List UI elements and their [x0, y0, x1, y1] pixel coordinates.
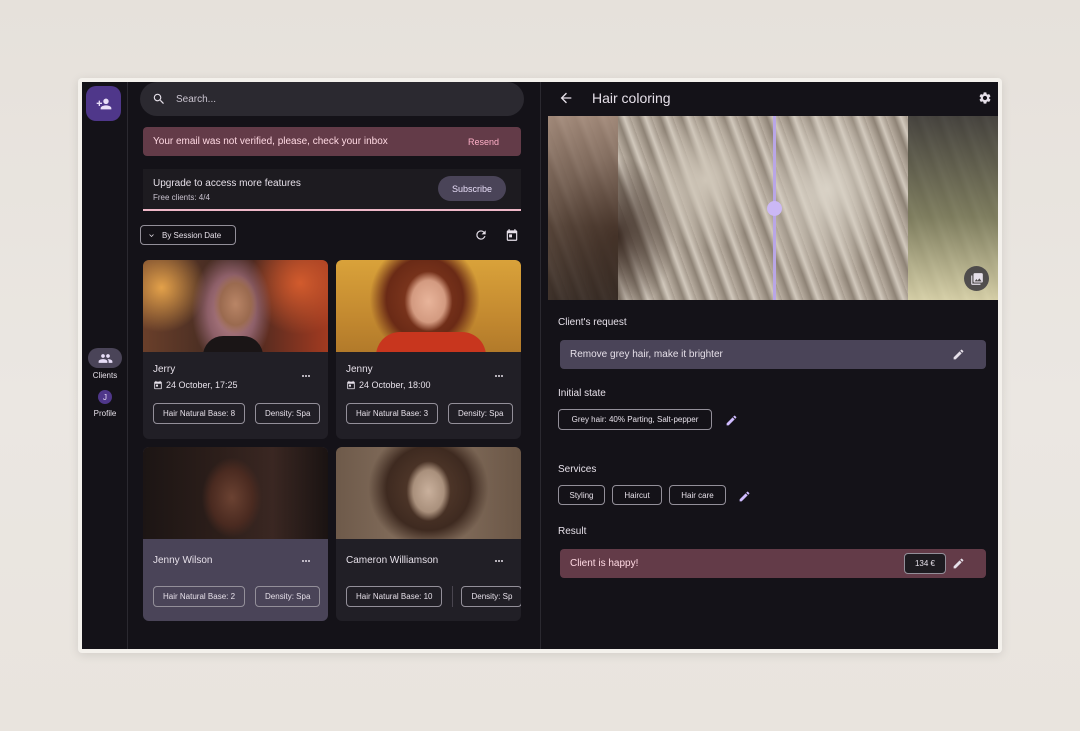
refresh-icon	[476, 230, 486, 240]
result-field[interactable]: Client is happy! 134 €	[560, 549, 986, 578]
service-chip[interactable]: Haircut	[612, 485, 662, 505]
subscribe-button[interactable]: Subscribe	[438, 176, 506, 201]
upgrade-card: Upgrade to access more features Free cli…	[143, 169, 521, 211]
service-chip[interactable]: Styling	[558, 485, 605, 505]
calendar-icon	[506, 229, 518, 241]
session-detail-panel: Hair coloring Client's request Remove gr…	[541, 82, 998, 649]
attribute-chips: Hair Natural Base: 3 Density: Spa	[346, 403, 521, 424]
client-name: Cameron Williamson	[346, 555, 439, 566]
price-badge[interactable]: 134 €	[904, 553, 946, 574]
attribute-chip[interactable]: Hair Natural Base: 3	[346, 403, 439, 424]
client-card[interactable]: Cameron Williamson Hair Natural Base: 10…	[336, 447, 521, 621]
photo-library-icon	[970, 272, 983, 285]
result-label: Result	[558, 526, 587, 537]
session-date-text: 24 October, 17:25	[166, 380, 238, 390]
request-text: Remove grey hair, make it brighter	[570, 349, 723, 360]
attribute-chip[interactable]: Hair Natural Base: 2	[153, 586, 246, 607]
gallery-button[interactable]	[964, 266, 989, 291]
attribute-chips: Hair Natural Base: 2 Density: Spa	[153, 586, 328, 607]
more-horiz-icon	[495, 560, 503, 562]
attribute-chip[interactable]: Density: Spa	[255, 586, 321, 607]
attribute-chip[interactable]: Hair Natural Base: 10	[346, 586, 443, 607]
app-window: Clients J Profile Search... Your email w…	[82, 82, 998, 649]
more-horiz-icon	[302, 375, 310, 377]
client-photo	[336, 260, 521, 352]
more-options-button[interactable]	[493, 555, 505, 567]
add-client-button[interactable]	[86, 86, 121, 121]
attribute-chip[interactable]: Hair Natural Base: 8	[153, 403, 246, 424]
resend-button[interactable]: Resend	[468, 137, 499, 147]
client-name: Jenny Wilson	[153, 555, 213, 566]
edit-icon[interactable]	[952, 348, 965, 361]
attribute-chip[interactable]: Density: Spa	[255, 403, 321, 424]
event-icon	[347, 380, 355, 390]
session-date: 24 October, 18:00	[346, 380, 431, 390]
nav-profile[interactable]: J Profile	[82, 390, 128, 418]
before-after-photo[interactable]	[548, 116, 998, 300]
nav-clients-indicator	[88, 348, 122, 368]
attribute-chips: Hair Natural Base: 10 Density: Sp	[346, 586, 521, 607]
sort-label: By Session Date	[162, 230, 222, 240]
people-icon	[98, 353, 112, 363]
client-photo	[143, 447, 328, 539]
client-card[interactable]: Jenny 24 October, 18:00 Hair Natural Bas…	[336, 260, 521, 439]
more-horiz-icon	[495, 375, 503, 377]
attribute-chips: Hair Natural Base: 8 Density: Spa	[153, 403, 328, 424]
service-chip[interactable]: Hair care	[669, 485, 726, 505]
client-name: Jenny	[346, 364, 373, 375]
initial-state-label: Initial state	[558, 388, 606, 399]
client-name: Jerry	[153, 364, 176, 375]
compare-slider-handle[interactable]	[767, 201, 782, 216]
attribute-chip[interactable]: Density: Spa	[448, 403, 514, 424]
session-date-text: 24 October, 18:00	[359, 380, 431, 390]
profile-avatar: J	[98, 390, 112, 404]
services-label: Services	[558, 464, 597, 475]
attribute-chip[interactable]: Density: Sp	[461, 586, 521, 607]
back-button[interactable]	[558, 90, 574, 106]
more-options-button[interactable]	[493, 370, 505, 382]
free-clients-count: Free clients: 4/4	[153, 193, 210, 202]
client-card[interactable]: Jerry 24 October, 17:25 Hair Natural Bas…	[143, 260, 328, 439]
clients-panel: Search... Your email was not verified, p…	[129, 82, 540, 649]
navigation-rail: Clients J Profile	[82, 82, 128, 649]
nav-clients-label: Clients	[92, 371, 118, 380]
chevron-down-icon	[149, 233, 154, 237]
event-icon	[154, 380, 162, 390]
search-bar[interactable]: Search...	[140, 82, 524, 116]
banner-message: Your email was not verified, please, che…	[153, 136, 388, 147]
edit-icon[interactable]	[725, 414, 738, 427]
edit-icon[interactable]	[738, 490, 751, 503]
initial-state-chip[interactable]: Grey hair: 40% Parting, Salt-pepper	[558, 409, 712, 430]
more-options-button[interactable]	[300, 555, 312, 567]
background-region	[548, 116, 618, 300]
email-verification-banner: Your email was not verified, please, che…	[143, 127, 521, 156]
nav-profile-label: Profile	[93, 409, 117, 418]
edit-icon[interactable]	[952, 557, 965, 570]
gear-icon	[979, 92, 991, 104]
search-input[interactable]: Search...	[176, 94, 216, 105]
request-label: Client's request	[558, 317, 627, 328]
upgrade-title: Upgrade to access more features	[153, 178, 301, 189]
more-options-button[interactable]	[300, 370, 312, 382]
more-horiz-icon	[302, 560, 310, 562]
page-title: Hair coloring	[592, 90, 671, 106]
client-request-field[interactable]: Remove grey hair, make it brighter	[560, 340, 986, 369]
session-date: 24 October, 17:25	[153, 380, 238, 390]
settings-button[interactable]	[978, 91, 992, 105]
chip-divider	[452, 586, 454, 607]
person-add-icon	[96, 98, 111, 109]
calendar-button[interactable]	[504, 227, 520, 243]
client-photo	[336, 447, 521, 539]
search-icon	[153, 93, 164, 104]
sort-dropdown[interactable]: By Session Date	[140, 225, 236, 245]
refresh-button[interactable]	[473, 227, 489, 243]
client-card-selected[interactable]: Jenny Wilson Hair Natural Base: 2 Densit…	[143, 447, 328, 621]
nav-clients[interactable]: Clients	[82, 348, 128, 380]
arrow-back-icon	[560, 92, 572, 104]
client-photo	[143, 260, 328, 352]
result-text: Client is happy!	[570, 558, 639, 569]
